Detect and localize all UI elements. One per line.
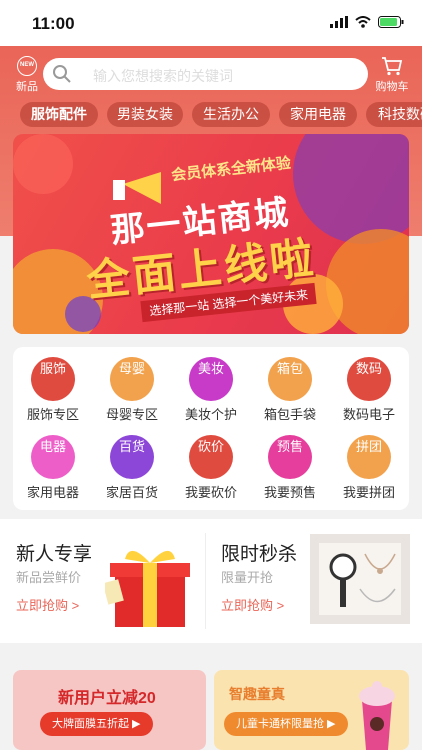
category-tab[interactable]: 科技数码 bbox=[366, 102, 422, 127]
grid-item-label: 家用电器 bbox=[26, 485, 79, 500]
cart-label: 购物车 bbox=[375, 81, 409, 93]
clothing-icon: 服饰 bbox=[31, 357, 75, 401]
grid-item-digital[interactable]: 数码 数码电子 bbox=[333, 357, 405, 423]
signal-icon bbox=[330, 16, 348, 28]
new-products-button[interactable]: NEW 新品 bbox=[12, 56, 42, 94]
status-time: 11:00 bbox=[32, 14, 75, 33]
promo-title: 新人专享 bbox=[16, 544, 93, 565]
appliance-icon: 电器 bbox=[31, 435, 75, 479]
home-goods-icon: 百货 bbox=[110, 435, 154, 479]
makeup-icon: 美妆 bbox=[189, 357, 233, 401]
card-title: 智趣童真 bbox=[229, 686, 285, 702]
grid-item-baby[interactable]: 母婴 母婴专区 bbox=[96, 357, 168, 423]
wifi-icon bbox=[355, 16, 371, 28]
gift-box-icon bbox=[105, 550, 190, 627]
grid-item-presale[interactable]: 预售 我要预售 bbox=[254, 435, 326, 501]
search-placeholder: 输入您想搜索的关键词 bbox=[93, 68, 233, 84]
kids-cup-icon bbox=[359, 681, 395, 750]
presale-icon: 预售 bbox=[268, 435, 312, 479]
bottom-cards: 新用户立减20 大牌面膜五折起 ▶ 智趣童真 儿童卡通杯限量抢 ▶ bbox=[0, 660, 422, 750]
grid-item-label: 服饰专区 bbox=[26, 407, 79, 422]
grid-item-label: 我要砍价 bbox=[184, 485, 237, 500]
search-icon bbox=[53, 65, 71, 83]
category-tab[interactable]: 男装女装 bbox=[107, 102, 183, 127]
digital-icon: 数码 bbox=[347, 357, 391, 401]
card-title: 新用户立减20 bbox=[58, 690, 156, 707]
new-products-label: 新品 bbox=[16, 81, 38, 93]
grid-item-label: 家居百货 bbox=[105, 485, 158, 500]
grid-item-label: 母婴专区 bbox=[105, 407, 158, 422]
new-badge-icon: NEW bbox=[17, 56, 37, 76]
grid-item-label: 我要拼团 bbox=[342, 485, 395, 500]
promo-subtitle: 新品尝鲜价 bbox=[16, 570, 82, 585]
grid-item-makeup[interactable]: 美妆 美妆个护 bbox=[175, 357, 247, 423]
category-tab[interactable]: 家用电器 bbox=[279, 102, 357, 127]
grid-item-label: 美妆个护 bbox=[184, 407, 237, 422]
grid-item-home-goods[interactable]: 百货 家居百货 bbox=[96, 435, 168, 501]
grid-item-group-buy[interactable]: 拼团 我要拼团 bbox=[333, 435, 405, 501]
flash-sale-promo[interactable]: 限时秒杀 限量开抢 立即抢购 > bbox=[205, 519, 422, 643]
promo-banner[interactable]: 会员体系全新体验 那一站商城 全面上线啦 选择那一站 选择一个美好未来 bbox=[13, 134, 409, 334]
search-input[interactable]: 输入您想搜索的关键词 bbox=[43, 58, 368, 90]
grid-item-label: 我要预售 bbox=[263, 485, 316, 500]
category-grid: 服饰 服饰专区 母婴 母婴专区 美妆 美妆个护 箱包 箱包手袋 数码 数码电子 … bbox=[13, 347, 409, 510]
grid-item-clothing[interactable]: 服饰 服饰专区 bbox=[17, 357, 89, 423]
group-buy-icon: 拼团 bbox=[347, 435, 391, 479]
battery-icon bbox=[378, 16, 404, 28]
status-bar: 11:00 bbox=[0, 0, 422, 46]
category-tabs: 服饰配件 男装女装 生活办公 家用电器 科技数码 bbox=[0, 102, 422, 128]
promo-link[interactable]: 立即抢购 > bbox=[221, 595, 284, 614]
new-user-promo[interactable]: 新人专享 新品尝鲜价 立即抢购 > bbox=[0, 519, 205, 643]
promo-link[interactable]: 立即抢购 > bbox=[16, 595, 79, 614]
bargain-icon: 砍价 bbox=[189, 435, 233, 479]
category-tab[interactable]: 服饰配件 bbox=[20, 102, 98, 127]
grid-item-bargain[interactable]: 砍价 我要砍价 bbox=[175, 435, 247, 501]
grid-item-label: 箱包手袋 bbox=[263, 407, 316, 422]
baby-icon: 母婴 bbox=[110, 357, 154, 401]
kids-card[interactable]: 智趣童真 儿童卡通杯限量抢 ▶ bbox=[214, 670, 409, 750]
watch-gift-set-icon bbox=[310, 534, 410, 624]
promo-section: 新人专享 新品尝鲜价 立即抢购 > 限时秒杀 限量开抢 立即抢购 > bbox=[0, 519, 422, 643]
bag-icon: 箱包 bbox=[268, 357, 312, 401]
card-button[interactable]: 大牌面膜五折起 ▶ bbox=[40, 712, 153, 736]
card-button[interactable]: 儿童卡通杯限量抢 ▶ bbox=[224, 712, 348, 736]
status-icons bbox=[330, 16, 404, 28]
cart-icon bbox=[382, 57, 403, 76]
new-user-discount-card[interactable]: 新用户立减20 大牌面膜五折起 ▶ bbox=[13, 670, 206, 750]
promo-subtitle: 限量开抢 bbox=[221, 570, 274, 585]
cart-button[interactable]: 购物车 bbox=[375, 56, 409, 94]
grid-item-bags[interactable]: 箱包 箱包手袋 bbox=[254, 357, 326, 423]
promo-title: 限时秒杀 bbox=[221, 544, 298, 565]
category-tab[interactable]: 生活办公 bbox=[192, 102, 270, 127]
grid-item-appliance[interactable]: 电器 家用电器 bbox=[17, 435, 89, 501]
grid-item-label: 数码电子 bbox=[342, 407, 395, 422]
